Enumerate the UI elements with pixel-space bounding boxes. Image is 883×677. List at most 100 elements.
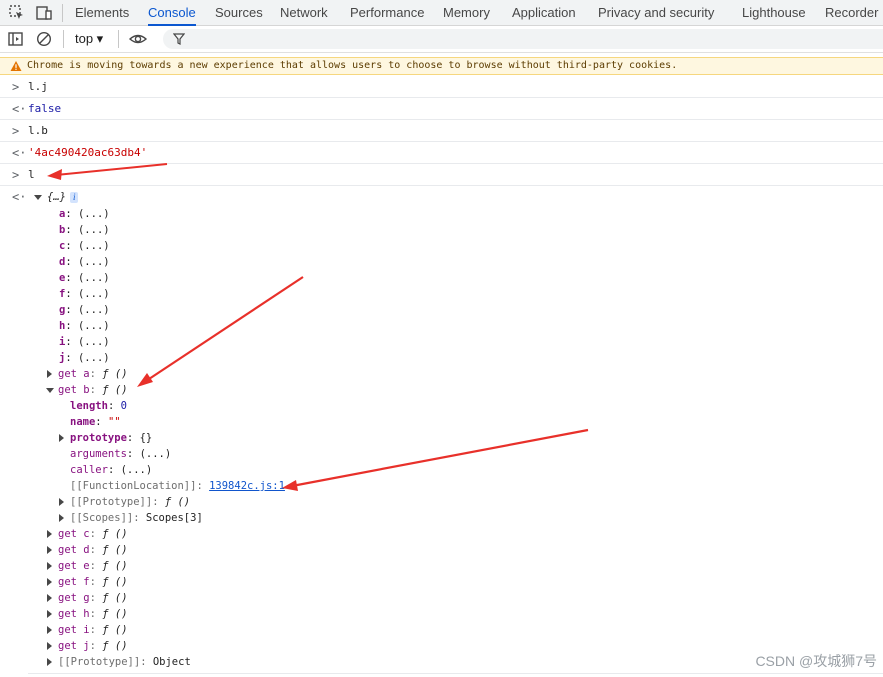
property-arguments[interactable]: arguments: (...) <box>70 446 171 462</box>
property-prototype[interactable]: prototype: {} <box>59 430 152 446</box>
filter-input[interactable] <box>163 29 883 49</box>
getter-key: get j <box>58 640 90 652</box>
getter-row[interactable]: get d: ƒ () <box>47 542 128 558</box>
property-value[interactable]: (...) <box>78 320 110 332</box>
getter-value: ƒ () <box>102 544 128 556</box>
toolbar-separator <box>118 30 119 48</box>
tab-elements[interactable]: Elements <box>75 0 129 26</box>
getter-key: get d <box>58 544 90 556</box>
tab-network[interactable]: Network <box>280 0 328 26</box>
getter-value: ƒ () <box>102 560 128 572</box>
result-prompt-icon: <· <box>12 190 27 204</box>
console-input-row[interactable]: > l <box>0 164 883 186</box>
console-result-text: '4ac490420ac63db4' <box>28 146 148 159</box>
tab-console[interactable]: Console <box>148 0 196 26</box>
getter-row[interactable]: get a: ƒ () <box>47 366 128 382</box>
property-value[interactable]: (...) <box>78 288 110 300</box>
getter-row[interactable]: get e: ƒ () <box>47 558 128 574</box>
collapse-triangle-icon[interactable] <box>47 642 52 650</box>
collapse-triangle-icon[interactable] <box>47 578 52 586</box>
property-internal-prototype[interactable]: [[Prototype]]: ƒ () <box>59 494 190 510</box>
getter-row[interactable]: get c: ƒ () <box>47 526 128 542</box>
expand-triangle-icon[interactable] <box>34 195 42 200</box>
result-prompt-icon: <· <box>12 146 27 160</box>
object-property[interactable]: h: (...) <box>59 318 110 334</box>
tab-separator <box>62 4 63 22</box>
getter-row[interactable]: get g: ƒ () <box>47 590 128 606</box>
collapse-triangle-icon[interactable] <box>47 562 52 570</box>
tab-application[interactable]: Application <box>512 0 576 26</box>
object-property[interactable]: a: (...) <box>59 206 110 222</box>
collapse-triangle-icon[interactable] <box>59 434 64 442</box>
device-toolbar-icon[interactable] <box>35 4 53 22</box>
property-value[interactable]: (...) <box>78 336 110 348</box>
console-input-text: l.j <box>28 80 48 93</box>
warning-text: Chrome is moving towards a new experienc… <box>27 60 678 71</box>
object-prototype-row[interactable]: [[Prototype]]: Object <box>47 654 191 670</box>
collapse-triangle-icon[interactable] <box>59 498 64 506</box>
tab-lighthouse[interactable]: Lighthouse <box>742 0 806 26</box>
object-property[interactable]: g: (...) <box>59 302 110 318</box>
live-expression-eye-icon[interactable] <box>128 30 148 48</box>
collapse-triangle-icon[interactable] <box>47 370 52 378</box>
console-input-row[interactable]: > l.j <box>0 76 883 98</box>
collapse-triangle-icon[interactable] <box>47 658 52 666</box>
tab-sources[interactable]: Sources <box>215 0 263 26</box>
collapse-triangle-icon[interactable] <box>47 626 52 634</box>
getter-row[interactable]: get j: ƒ () <box>47 638 128 654</box>
getter-value: ƒ () <box>102 576 128 588</box>
info-badge[interactable]: i <box>69 192 79 203</box>
property-name: name: "" <box>70 416 121 428</box>
inspect-element-icon[interactable] <box>8 4 26 22</box>
sidebar-toggle-icon[interactable] <box>7 30 25 48</box>
property-caller[interactable]: caller: (...) <box>70 462 152 478</box>
getter-row[interactable]: get h: ƒ () <box>47 606 128 622</box>
collapse-triangle-icon[interactable] <box>47 594 52 602</box>
context-selector[interactable]: top ▾ <box>75 26 103 52</box>
property-value[interactable]: (...) <box>78 304 110 316</box>
property-value[interactable]: (...) <box>78 352 110 364</box>
getter-value: ƒ () <box>102 640 128 652</box>
object-property[interactable]: d: (...) <box>59 254 110 270</box>
expand-triangle-icon[interactable] <box>46 388 54 393</box>
getter-row[interactable]: get i: ƒ () <box>47 622 128 638</box>
object-inspector: <· {…} i a: (...) b: (...) c: (...) d: (...)… <box>0 187 883 677</box>
console-input-row[interactable]: > l.b <box>0 120 883 142</box>
tab-memory[interactable]: Memory <box>443 0 490 26</box>
object-property[interactable]: f: (...) <box>59 286 110 302</box>
getter-key: get c <box>58 528 90 540</box>
getter-key: get h <box>58 608 90 620</box>
clear-console-icon[interactable] <box>35 30 53 48</box>
object-property[interactable]: b: (...) <box>59 222 110 238</box>
object-property[interactable]: e: (...) <box>59 270 110 286</box>
property-value[interactable]: (...) <box>78 240 110 252</box>
console-result-row[interactable]: <· '4ac490420ac63db4' <box>0 142 883 164</box>
property-value[interactable]: (...) <box>78 256 110 268</box>
collapse-triangle-icon[interactable] <box>47 610 52 618</box>
property-value[interactable]: (...) <box>78 208 110 220</box>
watermark: CSDN @攻城狮7号 <box>755 653 877 669</box>
object-property[interactable]: i: (...) <box>59 334 110 350</box>
tab-performance[interactable]: Performance <box>350 0 424 26</box>
property-value[interactable]: (...) <box>78 272 110 284</box>
getter-row[interactable]: get f: ƒ () <box>47 574 128 590</box>
collapse-triangle-icon[interactable] <box>47 546 52 554</box>
getter-value: ƒ () <box>102 592 128 604</box>
collapse-triangle-icon[interactable] <box>47 530 52 538</box>
tab-privacy-security[interactable]: Privacy and security <box>598 0 714 26</box>
source-link[interactable]: 139842c.js:1 <box>209 480 285 492</box>
object-root[interactable]: {…} i <box>34 189 79 205</box>
console-result-row[interactable]: <· false <box>0 98 883 120</box>
getter-value: ƒ () <box>102 384 128 396</box>
getter-value: ƒ () <box>102 624 128 636</box>
property-scopes[interactable]: [[Scopes]]: Scopes[3] <box>59 510 203 526</box>
tab-recorder[interactable]: Recorder <box>825 0 878 26</box>
getter-row-expanded[interactable]: get b: ƒ () <box>46 382 128 398</box>
getter-key: get e <box>58 560 90 572</box>
getter-key: get b <box>58 384 90 396</box>
property-value[interactable]: (...) <box>78 224 110 236</box>
console-input-text: l.b <box>28 124 48 137</box>
object-property[interactable]: j: (...) <box>59 350 110 366</box>
collapse-triangle-icon[interactable] <box>59 514 64 522</box>
object-property[interactable]: c: (...) <box>59 238 110 254</box>
